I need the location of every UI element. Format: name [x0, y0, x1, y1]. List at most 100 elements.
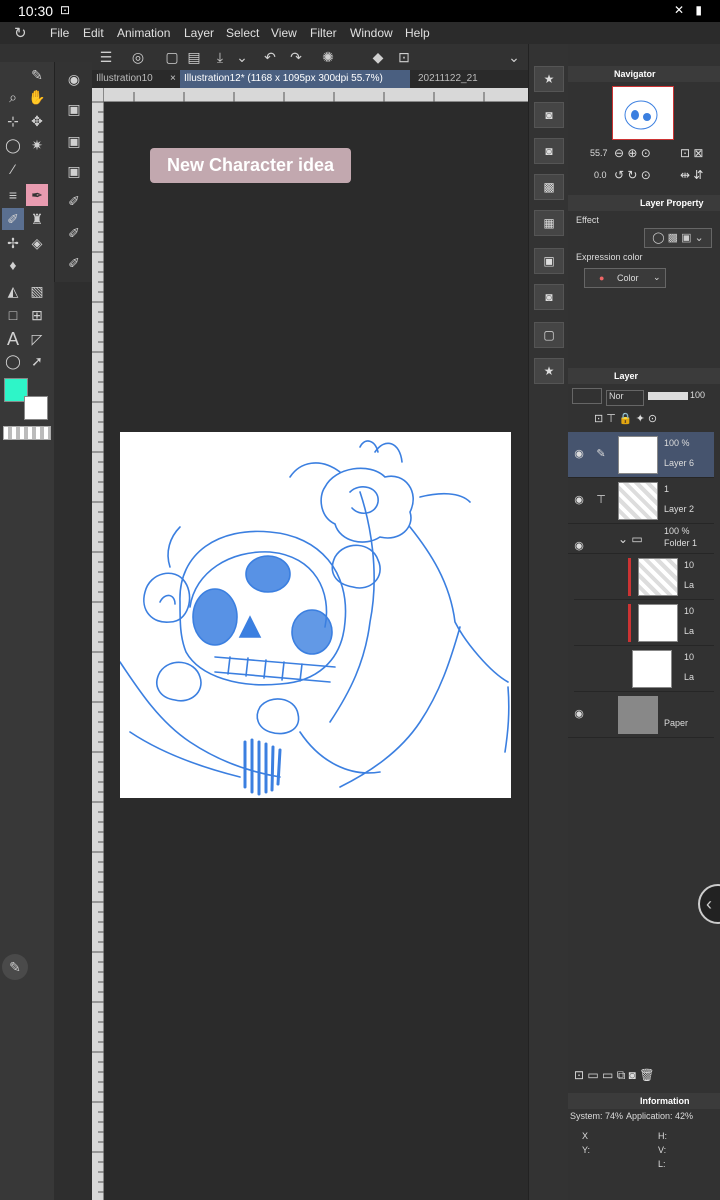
layer-lines-icon[interactable]: ≡ [2, 184, 24, 206]
decoration-icon[interactable]: ✢ [2, 232, 24, 254]
menu-filter[interactable]: Filter [310, 26, 337, 40]
eye-icon[interactable]: ◉ [572, 447, 586, 461]
save-icon[interactable]: ⤓ [210, 47, 230, 67]
layer-bottom-tools-icon[interactable]: ⊡ ▭ ▭ ⧉ ◙ 🗑 [574, 1068, 654, 1083]
effect-label: Effect [576, 215, 599, 225]
material-icon[interactable]: ▣ [534, 248, 564, 274]
layer-row[interactable]: ◉ ✎ 100 % Layer 6 [568, 432, 714, 478]
hand-icon[interactable]: ✋ [26, 86, 48, 108]
move-icon[interactable]: ✥ [26, 110, 48, 132]
zoom-icon[interactable]: ⌕ [2, 86, 24, 108]
color-circle-icon: ● [599, 273, 605, 283]
material-icon[interactable]: ▢ [534, 322, 564, 348]
material-icon[interactable]: ◙ [534, 102, 564, 128]
material-icon[interactable]: ◙ [534, 138, 564, 164]
pen-icon[interactable]: ✒ [26, 184, 48, 206]
app-logo-icon[interactable]: ↻ [14, 24, 32, 42]
subtool-menu-icon[interactable]: ◉ [63, 68, 85, 90]
subtool-set-icon[interactable]: ▣ [63, 160, 85, 182]
undo-icon[interactable]: ↶ [260, 47, 280, 67]
transform-icon[interactable]: ⊡ [394, 47, 414, 67]
eye-icon[interactable]: ◉ [572, 707, 586, 721]
fit-icon[interactable]: ⊡ ⊠ [680, 146, 703, 160]
eye-icon[interactable]: ◉ [572, 539, 586, 553]
transparent-color-swatch[interactable] [3, 426, 51, 440]
zoom-value[interactable]: 55.7 [590, 148, 608, 158]
subtool-set-icon[interactable]: ▣ [63, 130, 85, 152]
navigator-preview[interactable] [612, 86, 674, 140]
eraser-icon[interactable]: ◈ [26, 232, 48, 254]
brush-sub-icon[interactable]: ✐ [63, 222, 85, 244]
brush-sub-icon[interactable]: ✐ [63, 252, 85, 274]
text-icon[interactable]: A [2, 328, 24, 350]
new-file-icon[interactable]: ▢ [162, 47, 182, 67]
fill-bucket-icon[interactable]: ◭ [2, 280, 24, 302]
flip-icon[interactable]: ⇹ ⇵ [680, 168, 703, 182]
layer-row-paper[interactable]: ◉ Paper [568, 692, 714, 738]
status-bar: 10:30 ⊡ ✕ ▮ [0, 0, 720, 22]
zoom-out-icon[interactable]: ⊖ ⊕ ⊙ [614, 146, 651, 160]
layer-tools-icon[interactable]: ⊡ ⊤ 🔒 ✦ ⊙ [594, 412, 657, 425]
close-icon[interactable]: × [166, 70, 178, 88]
menu-animation[interactable]: Animation [117, 26, 170, 40]
layer-color-select[interactable] [572, 388, 602, 404]
layer-row[interactable]: 10 La [574, 646, 714, 692]
material-icon[interactable]: ◙ [534, 284, 564, 310]
operation-icon[interactable]: ⊹ [2, 110, 24, 132]
menu-window[interactable]: Window [350, 26, 393, 40]
material-icon[interactable]: ★ [534, 66, 564, 92]
brush-sub-icon[interactable]: ✐ [63, 190, 85, 212]
fill-icon[interactable]: ◆ [368, 47, 388, 67]
open-file-icon[interactable]: ▤ [184, 47, 204, 67]
subtool-set-icon[interactable]: ▣ [63, 98, 85, 120]
blend-mode-select[interactable]: Nor [606, 390, 644, 406]
lasso-icon[interactable]: ◯ [2, 134, 24, 156]
figure-icon[interactable]: □ [2, 304, 24, 326]
material-icon[interactable]: ★ [534, 358, 564, 384]
sub-color-swatch[interactable] [24, 396, 48, 420]
menu-file[interactable]: File [50, 26, 69, 40]
gradient-icon[interactable]: ▧ [26, 280, 48, 302]
ruler-left-ticks [92, 101, 104, 1193]
menu-layer[interactable]: Layer [184, 26, 214, 40]
menu-help[interactable]: Help [405, 26, 430, 40]
ruler-tool-icon[interactable]: ◸ [26, 328, 48, 350]
opacity-slider[interactable] [648, 392, 688, 400]
tab-20211122[interactable]: 20211122_21 [414, 70, 514, 88]
pen-tool-icon[interactable]: ✎ [26, 64, 48, 86]
correct-line-icon[interactable]: ➚ [26, 350, 48, 372]
brush-icon[interactable]: ✐ [2, 208, 24, 230]
layer-row[interactable]: 10 La [574, 554, 714, 600]
opacity-value[interactable]: 100 [690, 390, 705, 400]
magic-wand-icon[interactable]: ✷ [26, 134, 48, 156]
chevron-down-icon[interactable]: ⌄ [232, 47, 252, 67]
redo-icon[interactable]: ↷ [286, 47, 306, 67]
layer-opacity: 100 % [664, 438, 690, 448]
balloon-icon[interactable]: ◯ [2, 350, 24, 372]
airbrush-icon[interactable]: ♜ [26, 208, 48, 230]
expression-color-select[interactable]: ● Color ⌄ [584, 268, 666, 288]
effect-buttons[interactable]: ◯ ▩ ▣ ⌄ [644, 228, 712, 248]
app-icon[interactable]: ◎ [128, 47, 148, 67]
blend-icon[interactable]: ♦ [2, 254, 24, 276]
drawing-canvas[interactable] [119, 432, 511, 798]
eyedropper-icon[interactable]: ⁄ [2, 158, 24, 180]
frame-icon[interactable]: ⊞ [26, 304, 48, 326]
rotation-value[interactable]: 0.0 [594, 170, 607, 180]
menu-select[interactable]: Select [226, 26, 259, 40]
hamburger-menu-icon[interactable]: ☰ [96, 47, 116, 67]
layer-row[interactable]: 10 La [574, 600, 714, 646]
brush-quick-icon[interactable]: ✎ [2, 954, 28, 980]
eye-icon[interactable]: ◉ [572, 493, 586, 507]
layer-row-folder[interactable]: ◉ ⌄ ▭ 100 % Folder 1 [568, 524, 714, 554]
chevron-down-icon[interactable]: ⌄ [504, 47, 524, 67]
layer-row[interactable]: ◉ ⊤ 1 Layer 2 [568, 478, 714, 524]
loading-icon[interactable]: ✺ [318, 47, 338, 67]
menu-edit[interactable]: Edit [83, 26, 104, 40]
folder-icon: ⌄ ▭ [618, 532, 643, 546]
material-icon[interactable]: ▩ [534, 174, 564, 200]
menu-view[interactable]: View [271, 26, 297, 40]
material-icon[interactable]: ▦ [534, 210, 564, 236]
rotate-icon[interactable]: ↺ ↻ ⊙ [614, 168, 651, 182]
tab-illustration12[interactable]: Illustration12* (1168 x 1095px 300dpi 55… [180, 70, 410, 88]
